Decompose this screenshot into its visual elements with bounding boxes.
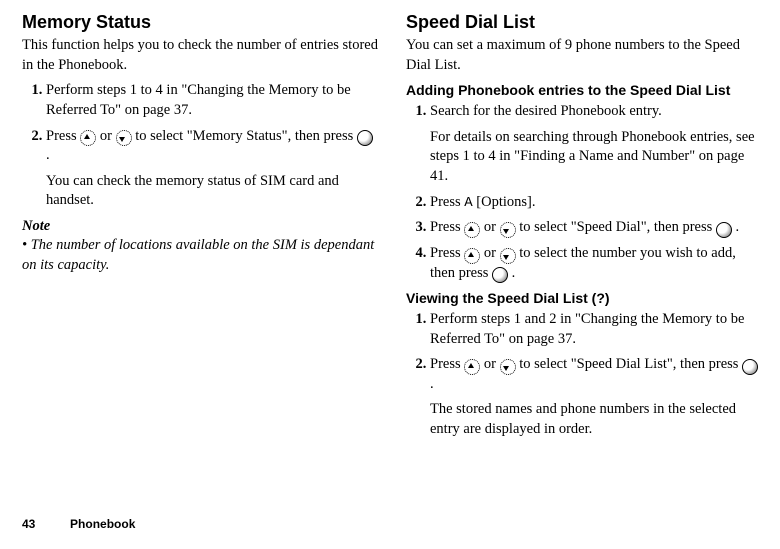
text-fragment: or bbox=[484, 245, 500, 261]
down-icon bbox=[116, 130, 132, 146]
note-label: Note bbox=[22, 217, 378, 237]
text-fragment: or bbox=[100, 128, 116, 144]
right-column: Speed Dial List You can set a maximum of… bbox=[406, 10, 762, 445]
up-icon bbox=[464, 222, 480, 238]
down-icon bbox=[500, 222, 516, 238]
text-fragment: Press bbox=[430, 219, 464, 235]
ok-button-icon bbox=[716, 222, 732, 238]
lead-memory-status: This function helps you to check the num… bbox=[22, 36, 378, 75]
memory-status-step-2: Press or to select "Memory Status", then… bbox=[46, 127, 378, 211]
text-fragment: Press bbox=[430, 245, 464, 261]
up-icon bbox=[80, 130, 96, 146]
heading-memory-status: Memory Status bbox=[22, 10, 378, 34]
text-fragment: to select "Speed Dial List", then press bbox=[519, 356, 742, 372]
up-icon bbox=[464, 359, 480, 375]
up-icon bbox=[464, 248, 480, 264]
steps-memory-status: Perform steps 1 to 4 in "Changing the Me… bbox=[22, 81, 378, 210]
text-fragment: [Options]. bbox=[476, 194, 535, 210]
note-body: The number of locations available on the… bbox=[22, 236, 378, 275]
left-column: Memory Status This function helps you to… bbox=[22, 10, 378, 445]
text-fragment: to select "Memory Status", then press bbox=[135, 128, 357, 144]
text-fragment: Press bbox=[46, 128, 80, 144]
subheading-adding-entries: Adding Phonebook entries to the Speed Di… bbox=[406, 81, 762, 100]
adding-step-4: Press or to select the number you wish t… bbox=[430, 244, 762, 283]
section-name: Phonebook bbox=[70, 517, 135, 531]
text-fragment: . bbox=[430, 376, 434, 392]
ok-button-icon bbox=[742, 359, 758, 375]
ok-button-icon bbox=[492, 267, 508, 283]
adding-step-1-after: For details on searching through Phonebo… bbox=[430, 128, 762, 187]
down-icon bbox=[500, 248, 516, 264]
text-fragment: to select "Speed Dial", then press bbox=[519, 219, 716, 235]
text-fragment: or bbox=[484, 356, 500, 372]
down-icon bbox=[500, 359, 516, 375]
softkey-a-icon: A bbox=[464, 195, 472, 211]
memory-status-step-1: Perform steps 1 to 4 in "Changing the Me… bbox=[46, 81, 378, 120]
subheading-viewing-list: Viewing the Speed Dial List (?) bbox=[406, 289, 762, 308]
ok-button-icon bbox=[357, 130, 373, 146]
adding-step-2: Press A [Options]. bbox=[430, 193, 762, 213]
text-fragment: Press bbox=[430, 194, 464, 210]
text-fragment: . bbox=[512, 265, 516, 281]
memory-status-step-2-after: You can check the memory status of SIM c… bbox=[46, 172, 378, 211]
page: Memory Status This function helps you to… bbox=[0, 0, 780, 549]
adding-step-1: Search for the desired Phonebook entry. … bbox=[430, 102, 762, 186]
two-column-layout: Memory Status This function helps you to… bbox=[22, 10, 762, 445]
text-fragment: Press bbox=[430, 356, 464, 372]
adding-step-3: Press or to select "Speed Dial", then pr… bbox=[430, 218, 762, 238]
heading-speed-dial-list: Speed Dial List bbox=[406, 10, 762, 34]
page-footer: 43 Phonebook bbox=[22, 517, 135, 531]
lead-speed-dial-list: You can set a maximum of 9 phone numbers… bbox=[406, 36, 762, 75]
viewing-step-2: Press or to select "Speed Dial List", th… bbox=[430, 355, 762, 439]
page-number: 43 bbox=[22, 517, 35, 531]
text-fragment: Search for the desired Phonebook entry. bbox=[430, 103, 662, 119]
steps-viewing-list: Perform steps 1 and 2 in "Changing the M… bbox=[406, 310, 762, 439]
text-fragment: . bbox=[736, 219, 740, 235]
viewing-step-2-after: The stored names and phone numbers in th… bbox=[430, 400, 762, 439]
text-fragment: . bbox=[46, 147, 50, 163]
text-fragment: or bbox=[484, 219, 500, 235]
viewing-step-1: Perform steps 1 and 2 in "Changing the M… bbox=[430, 310, 762, 349]
steps-adding-entries: Search for the desired Phonebook entry. … bbox=[406, 102, 762, 283]
